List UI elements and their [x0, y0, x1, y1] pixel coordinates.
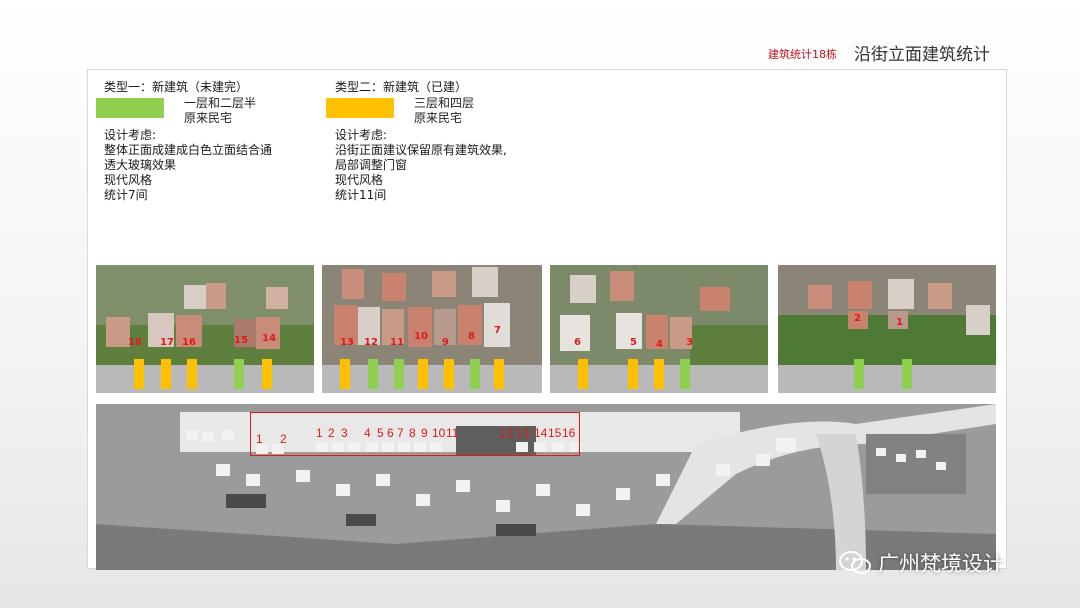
site-plan-map: 1 2 1 2 3 4 5 6 7 8 9 10 11 12 13 14 15 …	[96, 404, 996, 570]
type1-legend: 一层和二层半 原来民宅	[184, 96, 256, 126]
yellow-marker	[262, 359, 272, 389]
photo-number-label: 11	[390, 337, 404, 348]
photo-number-label: 13	[340, 337, 354, 348]
green-marker	[680, 359, 690, 389]
aerial-photo-4: 2 1	[778, 265, 996, 393]
photo-number-label: 10	[414, 331, 428, 342]
type1-swatch	[96, 98, 164, 118]
photo-number-label: 1	[896, 317, 903, 328]
green-marker	[368, 359, 378, 389]
map-number: 11	[446, 426, 459, 440]
photo-number-label: 12	[364, 337, 378, 348]
type2-line: 现代风格	[335, 173, 384, 187]
yellow-marker	[340, 359, 350, 389]
map-number: 3	[341, 426, 348, 440]
yellow-marker	[654, 359, 664, 389]
photo-number-label: 3	[686, 337, 693, 348]
type1-title: 类型一：新建筑（未建完）	[104, 80, 249, 94]
photo-number-label: 17	[160, 337, 174, 348]
type2-legend-line2: 原来民宅	[414, 111, 463, 125]
type1-block: 类型一：新建筑（未建完）	[104, 80, 248, 95]
map-number: 2	[280, 432, 287, 446]
type1-legend-line2: 原来民宅	[184, 111, 233, 125]
map-number: 8	[409, 426, 416, 440]
map-number: 1	[316, 426, 323, 440]
map-number: 14	[534, 426, 548, 440]
type1-legend-line1: 一层和二层半	[184, 96, 257, 110]
aerial-photo-1: 18 17 16 15 14	[96, 265, 314, 393]
yellow-marker	[628, 359, 638, 389]
type2-block: 类型二：新建筑（已建）	[335, 80, 467, 95]
photo-number-label: 15	[234, 335, 248, 346]
map-number: 4	[364, 426, 371, 440]
aerial-photo-3: 6 5 4 3	[550, 265, 768, 393]
aerial-photo-2-scene	[322, 265, 542, 393]
aerial-photo-1-scene	[96, 265, 314, 393]
photo-number-label: 4	[656, 339, 663, 350]
map-number: 15	[548, 426, 562, 440]
photo-number-label: 14	[262, 333, 276, 344]
map-number: 6	[387, 426, 394, 440]
map-number: 7	[397, 426, 404, 440]
photo-number-label: 16	[182, 337, 196, 348]
yellow-marker	[494, 359, 504, 389]
yellow-marker	[161, 359, 171, 389]
type1-consider-title: 设计考虑:	[104, 128, 157, 142]
map-number: 1	[256, 432, 263, 446]
map-number: 2	[328, 426, 335, 440]
type2-considerations: 设计考虑: 沿街正面建议保留原有建筑效果, 局部调整门窗 现代风格 统计11间	[335, 128, 507, 203]
map-number: 10	[432, 426, 446, 440]
map-number: 12	[500, 426, 514, 440]
type2-legend-line1: 三层和四层	[414, 96, 475, 110]
green-marker	[234, 359, 244, 389]
map-number: 5	[377, 426, 384, 440]
green-marker	[854, 359, 864, 389]
type2-legend: 三层和四层 原来民宅	[414, 96, 474, 126]
green-marker	[902, 359, 912, 389]
watermark: 广州梵境设计	[838, 548, 1004, 578]
map-number: 13	[516, 426, 530, 440]
photo-number-label: 5	[630, 337, 637, 348]
photo-number-label: 8	[468, 331, 475, 342]
watermark-text: 广州梵境设计	[878, 552, 1004, 576]
type2-title: 类型二：新建筑（已建）	[335, 80, 468, 94]
type1-line: 整体正面成建成白色立面结合通	[104, 143, 273, 157]
aerial-photo-4-scene	[778, 265, 996, 393]
yellow-marker	[134, 359, 144, 389]
green-marker	[470, 359, 480, 389]
photo-number-label: 9	[442, 337, 449, 348]
yellow-marker	[578, 359, 588, 389]
type1-line: 透大玻璃效果	[104, 158, 177, 172]
wechat-icon	[838, 550, 872, 576]
type1-line: 统计7间	[104, 188, 148, 202]
type2-line: 统计11间	[335, 188, 387, 202]
type1-considerations: 设计考虑: 整体正面成建成白色立面结合通 透大玻璃效果 现代风格 统计7间	[104, 128, 272, 203]
aerial-photo-2: 13 12 11 10 9 8 7	[322, 265, 542, 393]
photo-number-label: 18	[128, 337, 142, 348]
green-marker	[394, 359, 404, 389]
photo-number-label: 7	[494, 325, 501, 336]
type2-line: 局部调整门窗	[335, 158, 408, 172]
page-title: 沿街立面建筑统计	[854, 45, 990, 65]
map-number: 16	[562, 426, 576, 440]
yellow-marker	[187, 359, 197, 389]
type2-consider-title: 设计考虑:	[335, 128, 388, 142]
yellow-marker	[418, 359, 428, 389]
type2-line: 沿街正面建议保留原有建筑效果,	[335, 143, 507, 157]
header-subtitle: 建筑统计18栋	[768, 48, 837, 61]
type1-line: 现代风格	[104, 173, 153, 187]
map-number: 9	[421, 426, 428, 440]
photo-number-label: 2	[854, 313, 861, 324]
yellow-marker	[444, 359, 454, 389]
photo-number-label: 6	[574, 337, 581, 348]
type2-swatch	[326, 98, 394, 118]
